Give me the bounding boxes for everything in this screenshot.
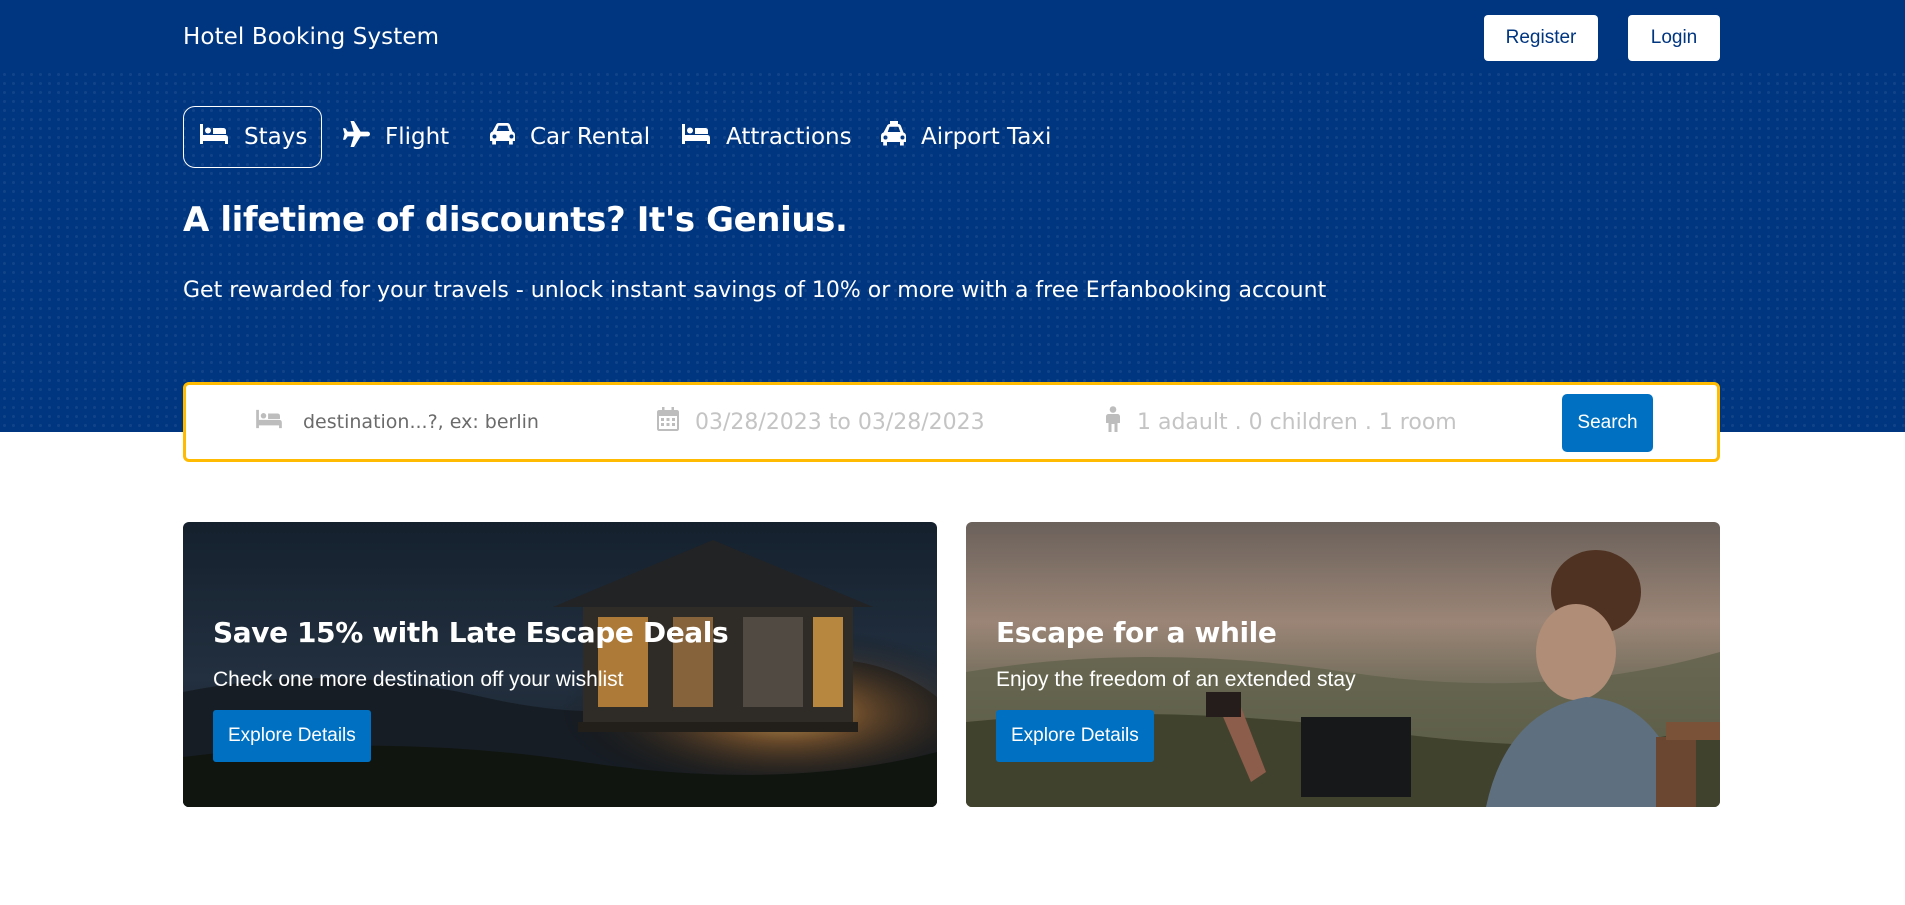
register-button[interactable]: Register — [1484, 15, 1598, 61]
car-icon — [490, 122, 530, 152]
hero-banner: Hotel Booking System Register Login Stay… — [0, 0, 1905, 432]
brand-title[interactable]: Hotel Booking System — [183, 24, 439, 50]
nav-item-label: Flight — [385, 124, 450, 150]
calendar-icon — [657, 407, 695, 437]
hero-headline: A lifetime of discounts? It's Genius. — [183, 200, 848, 240]
plane-icon — [343, 121, 385, 153]
nav-item-label: Airport Taxi — [921, 124, 1052, 150]
promo-card-escape: Escape for a while Enjoy the freedom of … — [966, 522, 1720, 807]
date-range-field[interactable]: 03/28/2023 to 03/28/2023 — [657, 385, 985, 459]
nav-item-attractions[interactable]: Attractions — [680, 106, 852, 168]
card-text: Check one more destination off your wish… — [213, 668, 624, 691]
nav-item-flight[interactable]: Flight — [343, 106, 449, 168]
guests-text: 1 adault . 0 children . 1 room — [1137, 409, 1457, 435]
nav-item-airport-taxi[interactable]: Airport Taxi — [881, 106, 1051, 168]
nav-item-stays[interactable]: Stays — [183, 106, 323, 168]
explore-details-button[interactable]: Explore Details — [996, 710, 1154, 762]
login-button[interactable]: Login — [1628, 15, 1720, 61]
bed-icon — [253, 408, 301, 436]
nav-item-label: Attractions — [726, 124, 852, 150]
card-title: Save 15% with Late Escape Deals — [213, 616, 729, 649]
destination-field[interactable] — [253, 385, 605, 459]
destination-input[interactable] — [301, 410, 605, 434]
date-range-text: 03/28/2023 to 03/28/2023 — [695, 409, 985, 435]
person-icon — [1105, 406, 1137, 438]
nav-item-label: Car Rental — [530, 124, 651, 150]
nav-item-label: Stays — [244, 124, 308, 150]
nav-item-car-rental[interactable]: Car Rental — [490, 106, 650, 168]
card-title: Escape for a while — [996, 616, 1277, 649]
hero-subline: Get rewarded for your travels - unlock i… — [183, 278, 1327, 303]
cabin-sunset-image — [183, 522, 937, 807]
search-button[interactable]: Search — [1562, 394, 1653, 452]
woman-laptop-image — [966, 522, 1720, 807]
explore-details-button[interactable]: Explore Details — [213, 710, 371, 762]
guests-field[interactable]: 1 adault . 0 children . 1 room — [1105, 385, 1457, 459]
bed-icon — [680, 122, 726, 152]
card-text: Enjoy the freedom of an extended stay — [996, 668, 1356, 691]
bed-icon — [198, 122, 244, 152]
taxi-icon — [881, 121, 921, 153]
search-bar: 03/28/2023 to 03/28/2023 1 adault . 0 ch… — [183, 382, 1720, 462]
promo-card-late-escape: Save 15% with Late Escape Deals Check on… — [183, 522, 937, 807]
